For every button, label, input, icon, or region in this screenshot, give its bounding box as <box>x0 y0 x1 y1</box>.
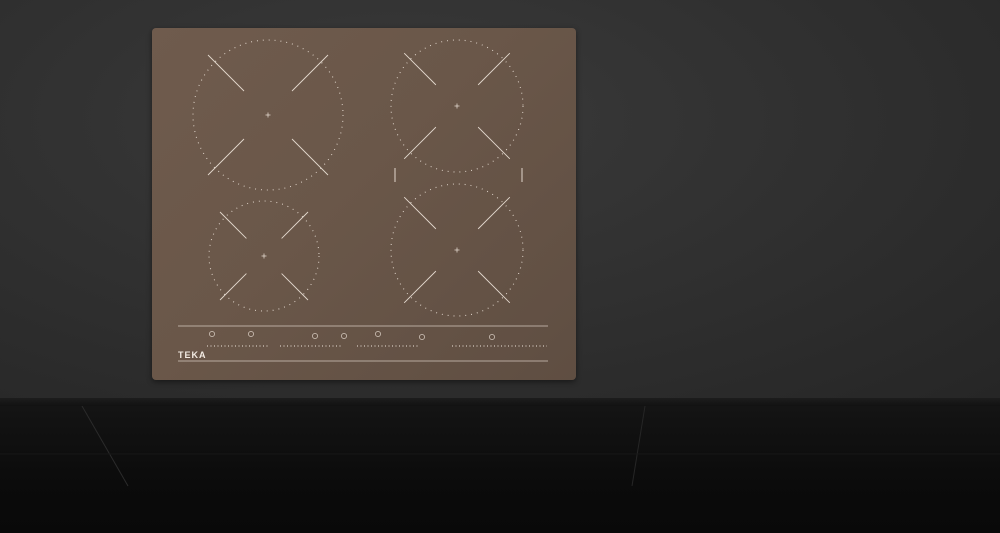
cooking-zone-rear-left-guide <box>219 211 247 239</box>
cabinet-right <box>645 406 1000 533</box>
control-icon <box>209 331 215 337</box>
cooking-zone-rear-right-guide <box>477 52 511 86</box>
cooking-zone-front-right-guide <box>477 270 511 304</box>
cooking-zone-rear-left-guide <box>219 273 247 301</box>
brand-logo: TEKA <box>178 350 207 360</box>
cooking-zone-front-left-guide <box>291 138 329 176</box>
control-icon <box>375 331 381 337</box>
hob-markings <box>178 39 548 362</box>
control-icon <box>489 334 495 340</box>
induction-hob: TEKA <box>152 28 576 380</box>
cooking-zone-front-left-guide <box>207 138 245 176</box>
cooking-zone-rear-right-guide <box>403 52 437 86</box>
cooking-zone-front-left-guide <box>207 54 245 92</box>
cooking-zone-front-left-guide <box>291 54 329 92</box>
control-icon <box>419 334 425 340</box>
cooking-zone-rear-left-guide <box>281 273 309 301</box>
cooking-zone-front-right-guide <box>477 196 511 230</box>
cabinet-left <box>0 406 645 533</box>
cooking-zone-front-right-guide <box>403 270 437 304</box>
cooking-zone-rear-right-guide <box>403 126 437 160</box>
control-icon <box>312 333 318 339</box>
control-icon <box>341 333 347 339</box>
control-icon <box>248 331 254 337</box>
cooking-zone-rear-right-guide <box>477 126 511 160</box>
cooking-zone-front-right-guide <box>403 196 437 230</box>
cooking-zone-rear-left-guide <box>281 211 309 239</box>
